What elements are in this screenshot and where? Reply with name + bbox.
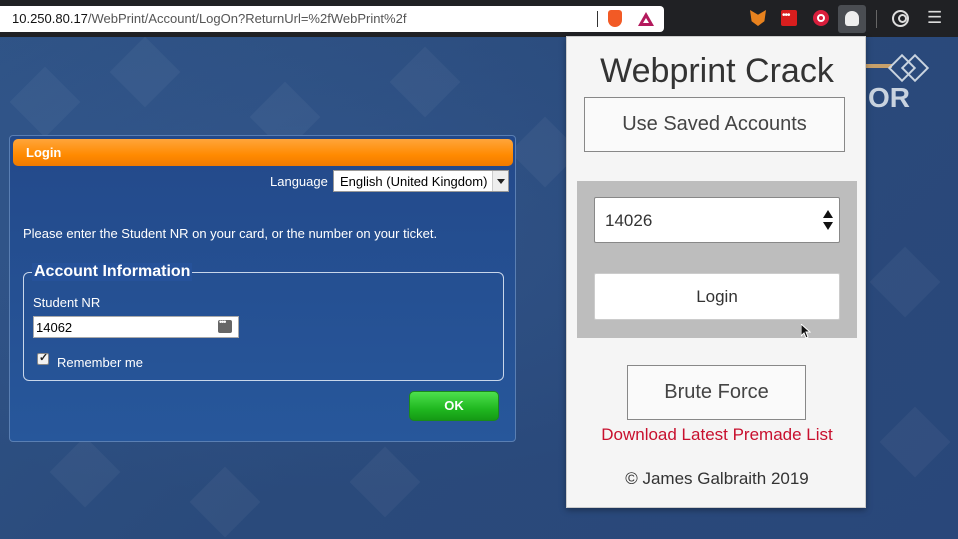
student-nr-value: 14062 [36, 320, 73, 335]
webprint-crack-icon [845, 11, 859, 26]
bg-diamond [49, 436, 121, 508]
language-select[interactable]: English (United Kingdom) [333, 170, 509, 192]
lastpass-icon[interactable] [781, 10, 797, 26]
url-path: /WebPrint/Account/LogOn?ReturnUrl=%2fWeb… [87, 11, 407, 26]
popup-login-button[interactable]: Login [594, 273, 840, 320]
bg-diamond [389, 46, 461, 118]
account-information-fieldset: Account Information Student NR 14062 Rem… [23, 263, 504, 381]
address-bar[interactable]: 10.250.80.17/WebPrint/Account/LogOn?Retu… [0, 6, 664, 32]
chevron-down-icon [492, 171, 508, 191]
language-select-value: English (United Kingdom) [340, 174, 488, 189]
bg-diamond [349, 446, 421, 518]
mouse-cursor-icon [801, 324, 811, 339]
metamask-icon[interactable] [750, 10, 766, 26]
login-panel-header: Login [13, 139, 513, 166]
fieldset-legend: Account Information [32, 263, 193, 281]
url-text[interactable]: 10.250.80.17/WebPrint/Account/LogOn?Retu… [12, 11, 406, 26]
spin-up-icon[interactable] [823, 210, 833, 218]
login-panel-title: Login [26, 145, 62, 160]
login-instructions: Please enter the Student NR on your card… [23, 226, 438, 241]
spin-down-icon[interactable] [823, 222, 833, 230]
account-icon[interactable] [892, 10, 909, 27]
student-nr-label: Student NR [33, 295, 101, 310]
language-label: Language [270, 174, 328, 189]
account-login-section: 14026 Login [577, 181, 857, 339]
logo-text: OR [868, 82, 910, 113]
use-saved-accounts-button[interactable]: Use Saved Accounts [584, 97, 845, 152]
webprint-crack-extension-button[interactable] [838, 5, 866, 33]
menu-icon[interactable]: ☰ [927, 8, 942, 28]
popup-title: Webprint Crack [600, 52, 834, 90]
brave-rewards-icon[interactable] [638, 12, 654, 26]
password-manager-icon[interactable] [218, 317, 232, 333]
remember-me-label[interactable]: Remember me [57, 355, 143, 370]
bg-diamond [879, 406, 951, 478]
adblock-ring-icon[interactable] [813, 10, 829, 26]
url-host: 10.250.80.17 [12, 11, 88, 26]
account-number-stepper[interactable]: 14026 [594, 197, 840, 243]
student-nr-input[interactable]: 14062 [33, 316, 239, 338]
download-premade-list-link[interactable]: Download Latest Premade List [567, 425, 867, 445]
brave-shield-icon[interactable] [608, 10, 622, 27]
ok-button[interactable]: OK [409, 391, 499, 421]
bg-diamond [9, 66, 81, 138]
brute-force-button[interactable]: Brute Force [627, 365, 806, 420]
account-number-value: 14026 [605, 211, 653, 230]
browser-toolbar: 10.250.80.17/WebPrint/Account/LogOn?Retu… [0, 0, 958, 37]
toolbar-separator [876, 10, 877, 28]
webprint-crack-popup: Webprint Crack Use Saved Accounts 14026 … [566, 36, 866, 508]
login-panel: Login Language English (United Kingdom) … [9, 135, 516, 442]
remember-me-checkbox[interactable] [37, 351, 49, 365]
copyright-text: © James Galbraith 2019 [625, 469, 809, 488]
bg-diamond [869, 246, 941, 318]
bg-diamond [189, 466, 261, 538]
bg-diamond [109, 37, 181, 108]
url-separator [597, 11, 598, 27]
